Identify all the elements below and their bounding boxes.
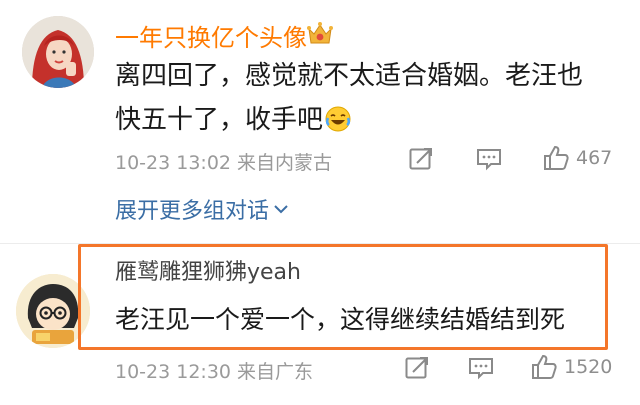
share-button[interactable]: [408, 146, 434, 172]
expand-label: 展开更多组对话: [115, 199, 270, 224]
comment-text-line-1: 离四回了，感觉就不太适合婚姻。老汪也: [115, 61, 584, 91]
thumbs-up-icon: [544, 145, 569, 170]
like-button[interactable]: 467: [542, 144, 612, 172]
comment-text: 快五十了，收手吧: [115, 105, 324, 135]
comment-button[interactable]: [476, 147, 502, 171]
username[interactable]: 一年只换亿个头像: [115, 18, 307, 53]
share-icon: [409, 148, 432, 170]
comment-item: 一年只换亿个头像 离四回了，感觉就不太适合婚姻。老汪也 快五十了，收手吧 10-…: [0, 0, 640, 232]
comment-text-line-2: 快五十了，收手吧: [115, 98, 351, 142]
like-count: 1520: [564, 356, 613, 378]
like-count: 467: [576, 147, 613, 169]
avatar[interactable]: [22, 16, 94, 88]
like-button[interactable]: 1520: [530, 353, 612, 381]
comment-meta: 10-23 13:02 来自内蒙古: [115, 152, 333, 174]
thumbs-up-icon: [532, 354, 557, 379]
vip-crown-icon: [305, 18, 335, 48]
share-icon: [405, 357, 428, 379]
expand-conversation-link[interactable]: 展开更多组对话: [115, 193, 289, 225]
chevron-down-icon: [274, 205, 288, 214]
comment-meta: 10-23 12:30 来自广东: [115, 361, 314, 383]
comment-button[interactable]: [468, 356, 494, 380]
comment-icon: [477, 149, 501, 171]
share-button[interactable]: [404, 355, 430, 381]
highlight-box: [78, 244, 608, 350]
laughing-crying-emoji-icon: [325, 102, 351, 132]
comment-icon: [469, 358, 493, 380]
